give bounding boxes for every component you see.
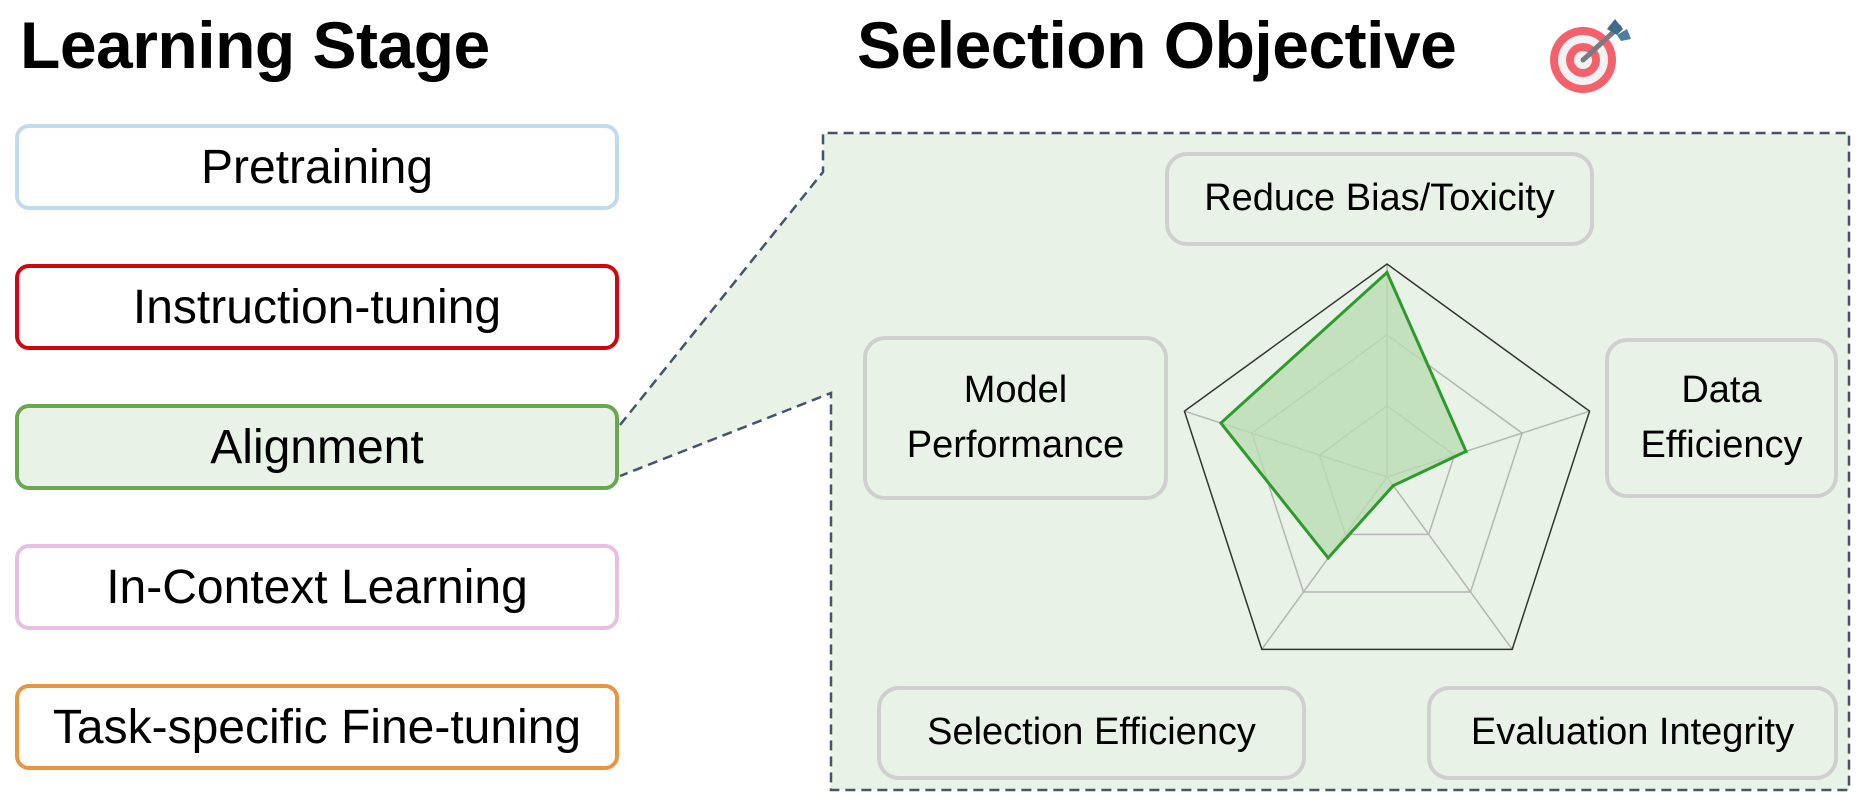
- radar-data-point: [1326, 556, 1330, 560]
- radar-chart: [1183, 263, 1591, 651]
- radar-data-point: [1219, 421, 1223, 425]
- radar-series-area: [1218, 270, 1468, 561]
- radar-data-point: [1385, 271, 1389, 275]
- radar-spoke: [1386, 476, 1513, 650]
- radar-data-point: [1464, 449, 1468, 453]
- radar-data-point: [1391, 484, 1395, 488]
